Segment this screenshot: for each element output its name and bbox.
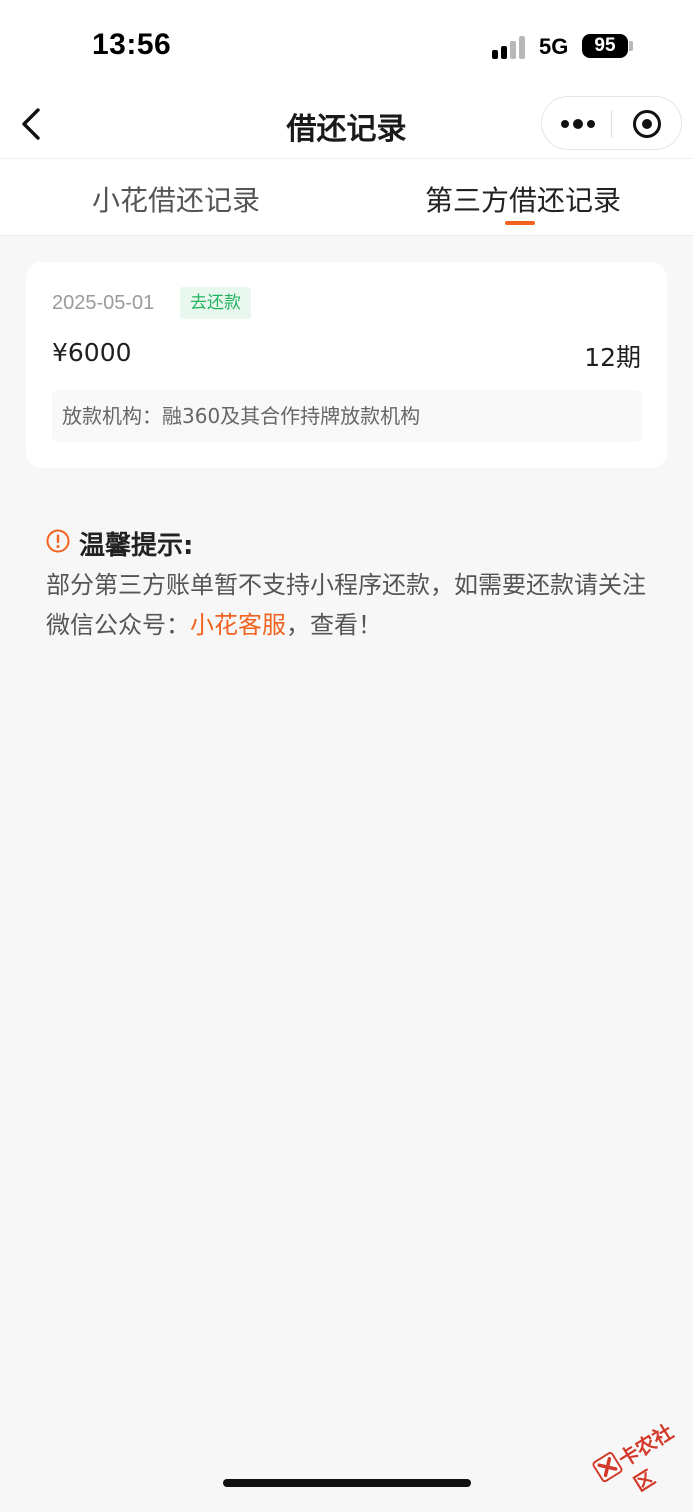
navigation-bar: 借还记录 [0,92,693,158]
repay-button[interactable]: 去还款 [180,287,251,319]
record-date: 2025-05-01 [52,292,155,314]
warning-icon [46,529,70,553]
more-icon[interactable] [560,115,596,133]
network-type: 5G [539,34,569,59]
loan-record-card[interactable]: 2025-05-01 去还款 ¥6000 12期 放款机构：融360及其合作持牌… [26,262,667,468]
record-tabs: 小花借还记录 第三方借还记录 [0,158,693,236]
miniprogram-capsule [541,96,682,150]
tab-third-party-records[interactable]: 第三方借还记录 [425,179,621,219]
signal-icon [492,35,528,59]
capsule-divider [611,110,612,138]
tip-title: 温馨提示: [79,531,194,561]
status-bar: 13:56 5G 95 [0,0,693,92]
record-amount: ¥6000 [52,338,132,367]
tip-body: 部分第三方账单暂不支持小程序还款，如需要还款请关注微信公众号：小花客服，查看！ [46,565,656,645]
record-term: 12期 [584,343,641,372]
battery-level: 95 [594,35,616,56]
watermark: 卡农社区 [582,1399,693,1496]
tip-text-suffix: ，查看！ [286,611,382,639]
customer-service-link[interactable]: 小花客服 [190,611,286,639]
home-indicator[interactable] [223,1479,471,1487]
active-tab-indicator [505,221,535,225]
tab-xiaohua-records[interactable]: 小花借还记录 [92,179,260,219]
close-miniprogram-icon[interactable] [631,108,663,140]
battery-icon: 95 [582,34,628,58]
battery-cap [629,41,633,51]
lending-institution: 放款机构：融360及其合作持牌放款机构 [52,390,642,442]
status-time: 13:56 [92,28,172,61]
watermark-text: 卡农社区 [614,1419,678,1497]
